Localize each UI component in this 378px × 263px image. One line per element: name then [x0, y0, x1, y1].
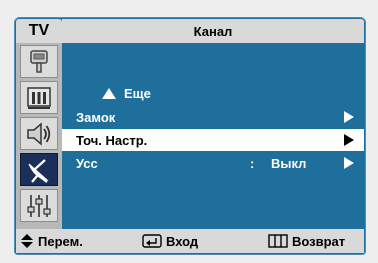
right-arrow-icon — [344, 111, 354, 123]
menu-item-label: Усс — [76, 155, 98, 171]
help-enter-label: Вход — [166, 233, 199, 249]
input-icon[interactable] — [20, 45, 58, 78]
menu-item-label: Замок — [76, 109, 116, 125]
menu-item-separator: : — [250, 155, 255, 171]
setup-icon[interactable] — [20, 189, 58, 222]
menu-title: Канал — [62, 19, 364, 43]
help-return: Возврат — [268, 229, 345, 253]
scroll-up-more[interactable]: Еще — [102, 83, 151, 103]
picture-icon[interactable] — [20, 81, 58, 114]
menu-icon — [268, 234, 288, 248]
right-arrow-icon — [344, 157, 354, 169]
sound-icon[interactable] — [20, 117, 58, 150]
right-arrow-icon — [344, 134, 354, 146]
up-arrow-icon — [102, 87, 116, 99]
osd-menu-frame: TV Канал Еще Замок Точ. Настр. Усс: Вык… — [14, 17, 366, 255]
channel-icon[interactable] — [20, 153, 58, 186]
more-label: Еще — [124, 85, 151, 101]
menu-item-label: Точ. Настр. — [76, 132, 148, 148]
menu-item-fine-tune[interactable]: Точ. Настр. — [62, 129, 364, 151]
tv-tab: TV — [16, 19, 62, 43]
channel-menu: Еще Замок Точ. Настр. Усс : Выкл — [62, 43, 364, 229]
help-return-label: Возврат — [292, 233, 346, 249]
help-move-label: Перем. — [38, 233, 83, 249]
help-move: Перем. — [20, 229, 83, 253]
help-enter: Вход — [142, 229, 198, 253]
enter-icon — [142, 234, 162, 248]
help-bar: Перем. Вход Возврат — [16, 229, 364, 253]
up-down-icon — [21, 234, 33, 248]
menu-category-column — [16, 43, 62, 229]
menu-item-lna[interactable]: Усс : Выкл — [62, 152, 364, 174]
menu-item-value: Выкл — [271, 155, 307, 171]
screen: TV Канал Еще Замок Точ. Настр. Усс: Вык… — [0, 0, 378, 263]
menu-item-lock[interactable]: Замок — [62, 106, 364, 128]
